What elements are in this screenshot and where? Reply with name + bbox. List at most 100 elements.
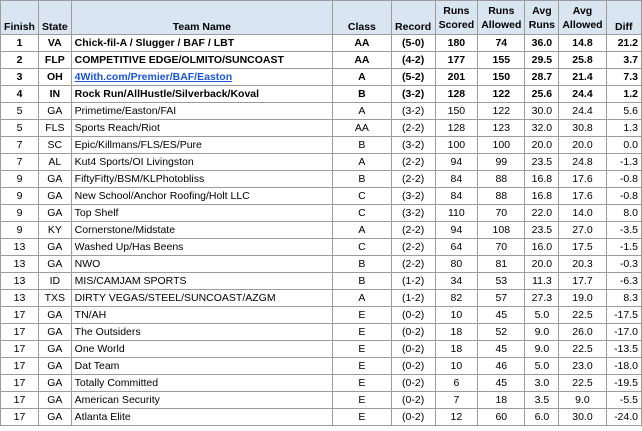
cell-state: IN (37, 85, 72, 103)
cell-avg-runs: 27.3 (524, 289, 560, 307)
cell-state: GA (37, 357, 72, 375)
cell-state: GA (37, 238, 72, 256)
header-runs-scored: Runs Scored (434, 0, 479, 35)
cell-record: (0-2) (390, 340, 436, 358)
cell-finish: 5 (0, 119, 39, 137)
cell-class: A (332, 289, 392, 307)
cell-avg-allowed: 30.8 (558, 119, 607, 137)
cell-class: B (332, 136, 392, 154)
cell-avg-allowed: 24.4 (558, 85, 607, 103)
cell-avg-allowed: 20.3 (558, 255, 607, 273)
cell-record: (2-2) (390, 255, 436, 273)
cell-team-name: American Security (70, 391, 334, 409)
cell-class: B (332, 255, 392, 273)
cell-runs-scored: 110 (434, 204, 479, 222)
cell-avg-allowed: 20.0 (558, 136, 607, 154)
cell-state: GA (37, 408, 72, 426)
cell-avg-runs: 30.0 (524, 102, 560, 120)
cell-class: AA (332, 34, 392, 52)
cell-team-name: DIRTY VEGAS/STEEL/SUNCOAST/AZGM (70, 289, 334, 307)
table-row: 13 ID MIS/CAMJAM SPORTS B (1-2) 34 53 11.3 17.7-… (0, 272, 642, 290)
cell-class: A (332, 102, 392, 120)
cell-team-name: COMPETITIVE EDGE/OLMITO/SUNCOAST (70, 51, 334, 69)
header-record: Record (390, 0, 436, 35)
cell-class: C (332, 204, 392, 222)
cell-finish: 9 (0, 221, 39, 239)
cell-team-name: One World (70, 340, 334, 358)
cell-team-name: The Outsiders (70, 323, 334, 341)
header-runs-allowed: Runs Allowed (477, 0, 526, 35)
table-row: 9 GA Top Shelf C (3-2) 110 70 22.0 14.0 8.0 (0, 204, 642, 222)
cell-record: (0-2) (390, 391, 436, 409)
cell-record: (5-0) (390, 34, 436, 52)
cell-runs-allowed: 45 (477, 374, 526, 392)
cell-state: GA (37, 340, 72, 358)
cell-record: (0-2) (390, 408, 436, 426)
cell-runs-allowed: 18 (477, 391, 526, 409)
cell-state: GA (37, 255, 72, 273)
cell-avg-runs: 16.8 (524, 187, 560, 205)
cell-runs-allowed: 81 (477, 255, 526, 273)
cell-avg-allowed: 25.8 (558, 51, 607, 69)
cell-runs-scored: 177 (434, 51, 479, 69)
cell-runs-scored: 34 (434, 272, 479, 290)
cell-class: B (332, 272, 392, 290)
cell-runs-scored: 10 (434, 306, 479, 324)
cell-diff: 1.2 (605, 85, 642, 103)
table-row: 9 GA New School/Anchor Roofing/Holt LLC C (3… (0, 187, 642, 205)
cell-state: OH (37, 68, 72, 86)
cell-avg-runs: 16.0 (524, 238, 560, 256)
cell-avg-allowed: 26.0 (558, 323, 607, 341)
cell-record: (5-2) (390, 68, 436, 86)
cell-runs-scored: 18 (434, 340, 479, 358)
cell-class: A (332, 153, 392, 171)
cell-team-name: Top Shelf (70, 204, 334, 222)
cell-runs-scored: 82 (434, 289, 479, 307)
cell-runs-scored: 10 (434, 357, 479, 375)
cell-avg-allowed: 22.5 (558, 306, 607, 324)
cell-avg-runs: 36.0 (524, 34, 560, 52)
cell-runs-scored: 180 (434, 34, 479, 52)
cell-finish: 5 (0, 102, 39, 120)
cell-runs-scored: 64 (434, 238, 479, 256)
table-row: 17 GA Atlanta Elite E (0-2) 12 60 6.0 30.0 -24.0 (0, 408, 642, 426)
cell-avg-allowed: 19.0 (558, 289, 607, 307)
cell-avg-allowed: 30.0 (558, 408, 607, 426)
cell-record: (0-2) (390, 357, 436, 375)
cell-finish: 17 (0, 391, 39, 409)
cell-avg-runs: 5.0 (524, 306, 560, 324)
cell-record: (2-2) (390, 119, 436, 137)
cell-team-name: Primetime/Easton/FAI (70, 102, 334, 120)
cell-record: (0-2) (390, 374, 436, 392)
cell-state: GA (37, 391, 72, 409)
cell-state: KY (37, 221, 72, 239)
cell-avg-allowed: 22.5 (558, 374, 607, 392)
header-avg-allowed-line2: Allowed (562, 18, 603, 31)
cell-diff: 5.6 (605, 102, 642, 120)
cell-avg-runs: 20.0 (524, 255, 560, 273)
cell-state: VA (37, 34, 72, 52)
cell-record: (1-2) (390, 289, 436, 307)
cell-team-name: Sports Reach/Riot (70, 119, 334, 137)
cell-avg-allowed: 21.4 (558, 68, 607, 86)
cell-team-name: NWO (70, 255, 334, 273)
cell-record: (2-2) (390, 238, 436, 256)
cell-avg-runs: 28.7 (524, 68, 560, 86)
cell-finish: 13 (0, 255, 39, 273)
cell-avg-allowed: 17.6 (558, 170, 607, 188)
cell-runs-scored: 100 (434, 136, 479, 154)
cell-avg-runs: 23.5 (524, 221, 560, 239)
cell-avg-allowed: 17.6 (558, 187, 607, 205)
cell-avg-allowed: 14.8 (558, 34, 607, 52)
team-name-link[interactable]: 4With.com/Premier/BAF/Easton (75, 71, 232, 83)
cell-record: (2-2) (390, 153, 436, 171)
header-row: Finish State Team Name Class Record Runs… (0, 0, 642, 35)
cell-finish: 17 (0, 374, 39, 392)
cell-team-name: TN/AH (70, 306, 334, 324)
cell-avg-runs: 29.5 (524, 51, 560, 69)
cell-runs-scored: 7 (434, 391, 479, 409)
cell-state: FLP (37, 51, 72, 69)
cell-runs-allowed: 100 (477, 136, 526, 154)
cell-avg-allowed: 24.8 (558, 153, 607, 171)
cell-avg-allowed: 9.0 (558, 391, 607, 409)
